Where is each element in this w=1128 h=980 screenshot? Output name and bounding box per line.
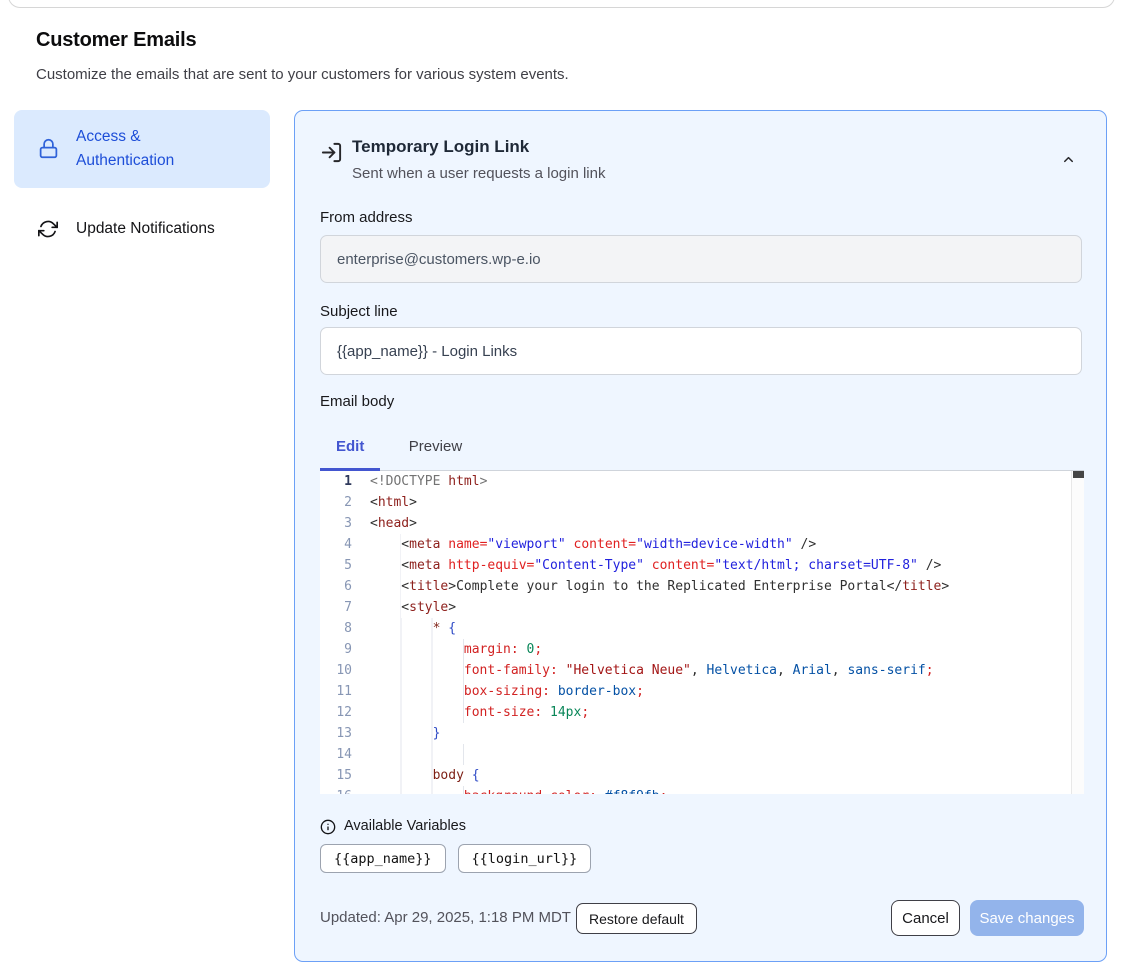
save-changes-button[interactable]: Save changes	[970, 900, 1084, 936]
previous-card-bottom-edge	[8, 0, 1115, 8]
sidebar-item-access-authentication[interactable]: Access & Authentication	[14, 110, 270, 188]
variable-chips: {{app_name}} {{login_url}}	[320, 844, 591, 873]
page-title: Customer Emails	[36, 29, 196, 52]
code-line: 10font-family: "Helvetica Neue", Helveti…	[320, 660, 1084, 681]
card-footer: Updated: Apr 29, 2025, 1:18 PM MDT Resto…	[295, 900, 1106, 940]
card-title: Temporary Login Link	[352, 137, 529, 157]
customer-emails-page: Customer Emails Customize the emails tha…	[0, 0, 1128, 980]
code-line: 16background-color: #f8f9fb;	[320, 786, 1084, 794]
refresh-icon	[38, 219, 58, 244]
variable-chip-app-name[interactable]: {{app_name}}	[320, 844, 446, 873]
code-line: 13}	[320, 723, 1084, 744]
code-line: 7<style>	[320, 597, 1084, 618]
sidebar-item-label: Update Notifications	[76, 217, 215, 241]
variable-chip-login-url[interactable]: {{login_url}}	[458, 844, 592, 873]
code-line: 4<meta name="viewport" content="width=de…	[320, 534, 1084, 555]
tab-preview[interactable]: Preview	[393, 426, 478, 470]
code-line: 2<html>	[320, 492, 1084, 513]
restore-default-button[interactable]: Restore default	[576, 903, 697, 934]
from-address-input	[320, 235, 1082, 283]
sidebar-item-label: Access & Authentication	[76, 125, 236, 173]
code-line: 8* {	[320, 618, 1084, 639]
temporary-login-link-card: Temporary Login Link Sent when a user re…	[294, 110, 1107, 962]
subject-line-input[interactable]	[320, 327, 1082, 375]
code-line: 9margin: 0;	[320, 639, 1084, 660]
tab-edit[interactable]: Edit	[320, 426, 380, 470]
code-line: 12font-size: 14px;	[320, 702, 1084, 723]
sidebar-item-update-notifications[interactable]: Update Notifications	[14, 205, 270, 253]
chevron-up-icon	[1061, 155, 1076, 170]
info-icon	[320, 819, 336, 840]
cancel-button[interactable]: Cancel	[891, 900, 960, 936]
subject-line-label: Subject line	[320, 303, 398, 320]
email-body-tabbar: Edit Preview	[320, 426, 1084, 471]
code-line: 1<!DOCTYPE html>	[320, 471, 1084, 492]
card-subtitle: Sent when a user requests a login link	[352, 165, 605, 182]
page-subtitle: Customize the emails that are sent to yo…	[36, 66, 569, 83]
editor-scrollbar[interactable]	[1071, 471, 1084, 794]
available-variables-label: Available Variables	[344, 818, 466, 834]
collapse-card-button[interactable]	[1054, 147, 1082, 175]
code-line: 15body {	[320, 765, 1084, 786]
code-line: 11box-sizing: border-box;	[320, 681, 1084, 702]
login-icon	[320, 141, 343, 169]
email-body-code-editor[interactable]: 1<!DOCTYPE html>2<html>3<head>4<meta nam…	[320, 471, 1084, 794]
updated-timestamp: Updated: Apr 29, 2025, 1:18 PM MDT	[320, 900, 571, 936]
lock-icon	[38, 138, 59, 164]
code-line: 3<head>	[320, 513, 1084, 534]
email-body-label: Email body	[320, 393, 394, 410]
from-address-label: From address	[320, 209, 413, 226]
code-line: 14	[320, 744, 1084, 765]
code-lines: 1<!DOCTYPE html>2<html>3<head>4<meta nam…	[320, 471, 1084, 794]
editor-scrollbar-thumb[interactable]	[1073, 471, 1084, 478]
code-line: 5<meta http-equiv="Content-Type" content…	[320, 555, 1084, 576]
code-line: 6<title>Complete your login to the Repli…	[320, 576, 1084, 597]
